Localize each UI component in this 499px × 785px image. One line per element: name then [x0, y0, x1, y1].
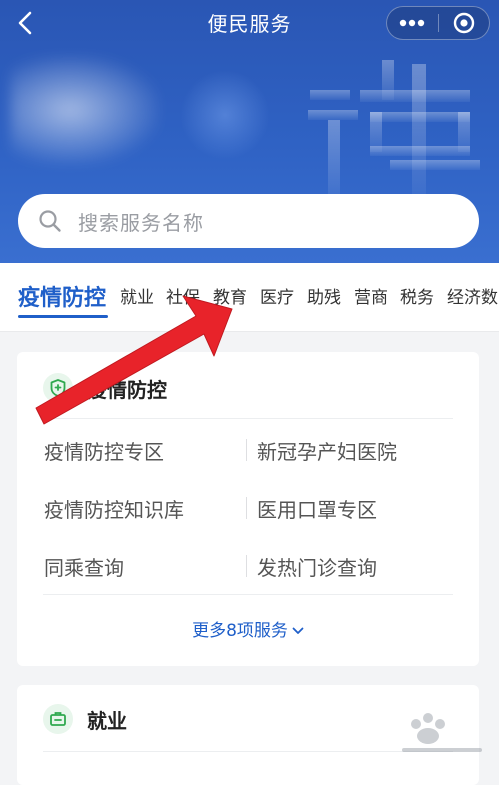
- more-dots-icon: [400, 19, 425, 27]
- hero-banner: 便民服务 搜索服务名称: [0, 0, 499, 263]
- search-placeholder: 搜索服务名称: [78, 210, 204, 235]
- shield-icon: [43, 373, 73, 403]
- category-tabs: 疫情防控 就业 社保 教育 医疗 助残 营商 税务 经济数: [0, 263, 499, 332]
- tab-social-security[interactable]: 社保: [166, 283, 200, 308]
- tab-disability-aid[interactable]: 助残: [307, 283, 341, 308]
- card-header: 疫情防控: [43, 372, 167, 404]
- service-epidemic-zone[interactable]: 疫情防控专区: [44, 436, 164, 465]
- hero-decorative-glyph: [308, 60, 480, 200]
- service-co-traveler-lookup[interactable]: 同乘查询: [44, 552, 124, 581]
- watermark-logo-icon: [402, 713, 482, 752]
- more-services-link[interactable]: 更多8项服务: [17, 616, 479, 641]
- card-title: 疫情防控: [87, 377, 167, 402]
- chevron-down-icon: [292, 627, 304, 634]
- search-bar[interactable]: 搜索服务名称: [18, 194, 479, 248]
- service-card-epidemic: 疫情防控 疫情防控专区 新冠孕产妇医院 疫情防控知识库 医用口罩专区 同乘查询 …: [17, 352, 479, 666]
- tab-epidemic-control[interactable]: 疫情防控: [18, 280, 106, 312]
- hero-glow: [180, 70, 270, 160]
- active-tab-indicator: [18, 315, 108, 318]
- miniapp-capsule: [386, 6, 490, 40]
- column-divider: [246, 439, 247, 461]
- tab-business[interactable]: 营商: [354, 283, 388, 308]
- divider: [43, 418, 453, 419]
- more-services-label: 更多8项服务: [192, 621, 288, 641]
- more-button[interactable]: [387, 7, 438, 39]
- card-header: 就业: [43, 703, 127, 735]
- divider: [43, 594, 453, 595]
- close-miniapp-button[interactable]: [438, 7, 489, 39]
- service-medical-mask-zone[interactable]: 医用口罩专区: [257, 494, 377, 523]
- target-close-icon: [453, 12, 474, 34]
- card-title: 就业: [87, 708, 127, 733]
- tab-medical[interactable]: 医疗: [260, 283, 294, 308]
- search-icon: [39, 210, 61, 232]
- service-epidemic-knowledge-base[interactable]: 疫情防控知识库: [44, 494, 184, 523]
- hero-blurred-logo: [10, 55, 160, 165]
- briefcase-icon: [43, 704, 73, 734]
- tab-tax[interactable]: 税务: [400, 283, 434, 308]
- column-divider: [246, 497, 247, 519]
- service-fever-clinic-lookup[interactable]: 发热门诊查询: [257, 552, 377, 581]
- tab-education[interactable]: 教育: [213, 283, 247, 308]
- service-covid-maternity-hospital[interactable]: 新冠孕产妇医院: [257, 436, 397, 465]
- column-divider: [246, 555, 247, 577]
- tab-employment[interactable]: 就业: [120, 283, 154, 308]
- tab-economic-data[interactable]: 经济数: [447, 283, 498, 308]
